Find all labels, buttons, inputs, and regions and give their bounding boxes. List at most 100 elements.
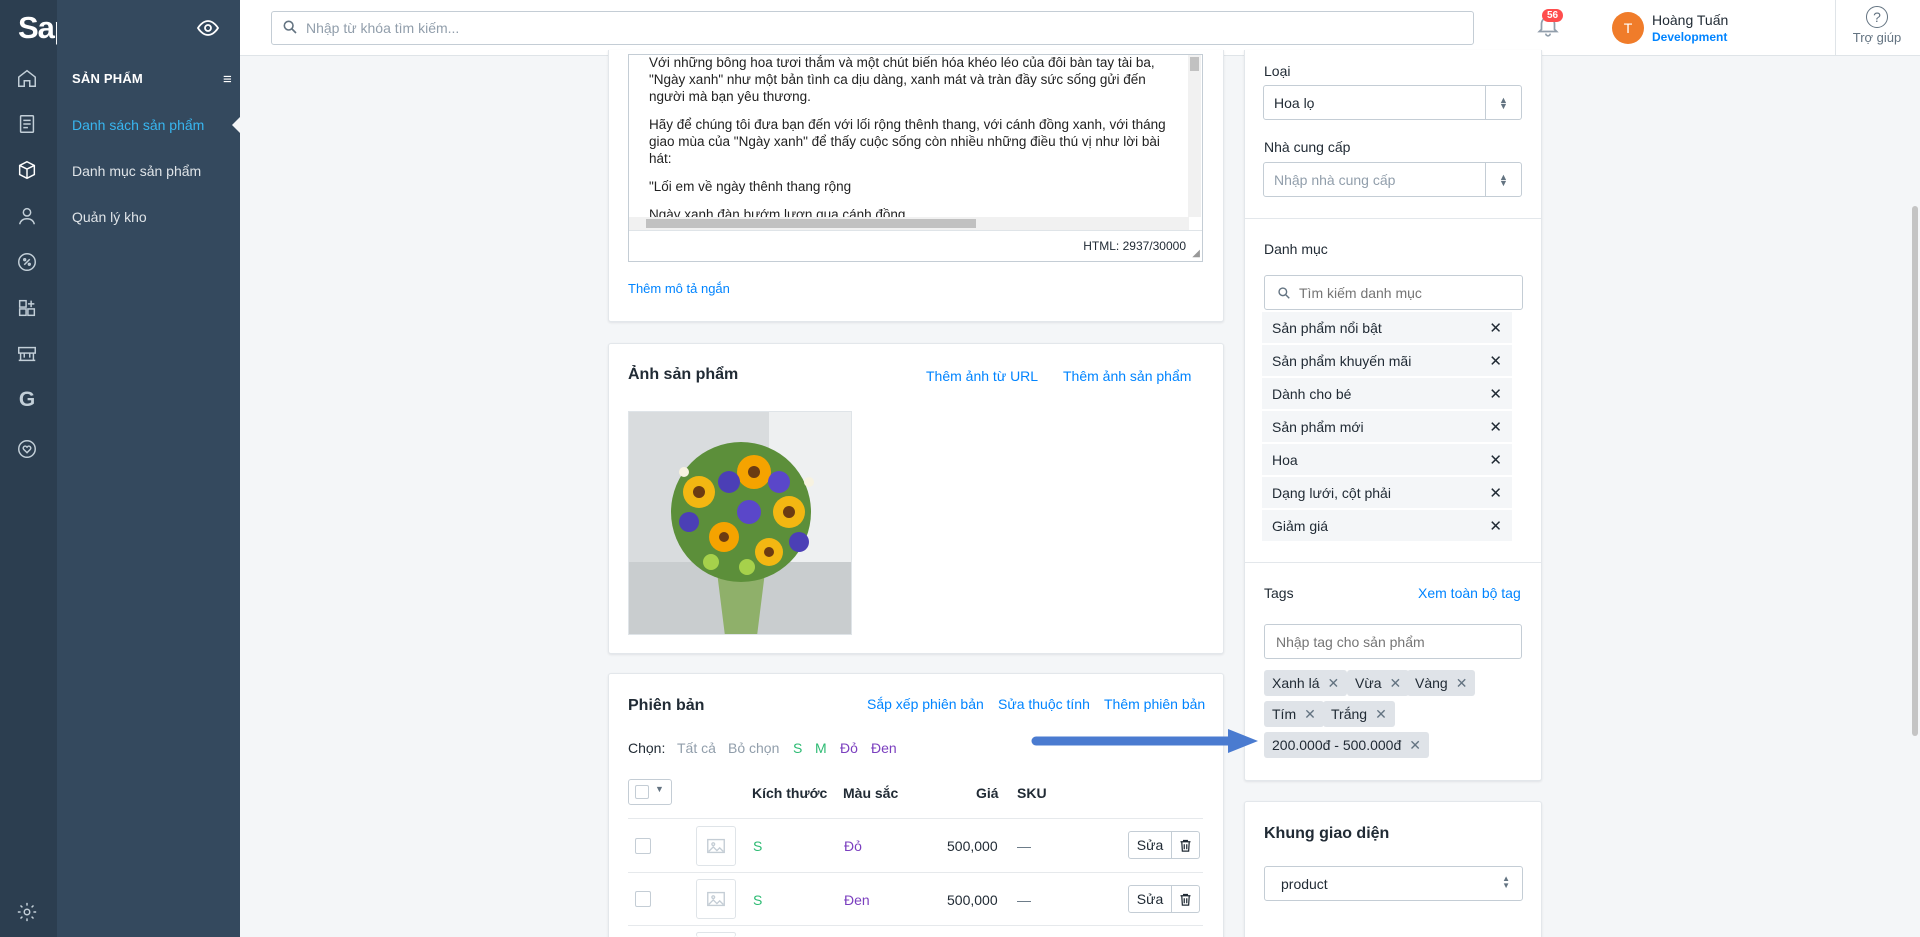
edit-attributes-link[interactable]: Sửa thuộc tính	[998, 696, 1090, 712]
variant-image-placeholder-icon[interactable]	[696, 826, 736, 866]
vendor-placeholder: Nhập nhà cung cấp	[1274, 171, 1396, 188]
description-editor[interactable]: Với những bông hoa tươi thắm và một chút…	[628, 54, 1203, 262]
user-name[interactable]: Hoàng Tuấn	[1652, 12, 1728, 28]
active-caret	[232, 117, 240, 133]
filter-color-den[interactable]: Đen	[871, 740, 897, 756]
annotation-arrow-icon	[1031, 729, 1258, 753]
bulk-select-dropdown[interactable]: ▼	[628, 779, 672, 805]
sort-variants-link[interactable]: Sắp xếp phiên bản	[867, 696, 984, 712]
category-name: Giảm giá	[1272, 517, 1329, 534]
submenu-item-inventory[interactable]: Quản lý kho	[72, 209, 147, 225]
filter-color-do[interactable]: Đỏ	[840, 740, 858, 756]
search-icon	[1278, 286, 1290, 299]
remove-category-icon[interactable]: ✕	[1489, 418, 1502, 436]
remove-category-icon[interactable]: ✕	[1489, 352, 1502, 370]
tag-label: Vừa	[1355, 675, 1382, 691]
page-scrollbar[interactable]	[1909, 56, 1920, 937]
category-item[interactable]: Sản phẩm nổi bật ✕	[1262, 312, 1512, 344]
remove-tag-icon[interactable]: ✕	[1327, 675, 1339, 692]
tag-chip: 200.000đ - 500.000đ ✕	[1264, 732, 1429, 758]
tag-chip: Vừa ✕	[1347, 670, 1410, 696]
view-all-tags-link[interactable]: Xem toàn bộ tag	[1418, 585, 1521, 601]
category-item[interactable]: Hoa ✕	[1262, 444, 1512, 476]
row-checkbox[interactable]	[635, 891, 651, 907]
edit-variant-button[interactable]: Sửa	[1128, 831, 1172, 859]
remove-tag-icon[interactable]: ✕	[1304, 706, 1316, 723]
discount-icon[interactable]	[13, 248, 41, 276]
filter-size-s[interactable]: S	[793, 740, 802, 756]
editor-vertical-scrollbar[interactable]	[1188, 55, 1201, 217]
submenu-item-product-list[interactable]: Danh sách sản phẩm	[72, 117, 204, 133]
deselect-link[interactable]: Bỏ chọn	[728, 740, 779, 756]
variant-image-placeholder-icon[interactable]	[696, 879, 736, 919]
column-color: Màu sắc	[843, 785, 899, 801]
submenu-item-categories[interactable]: Danh mục sản phẩm	[72, 163, 201, 179]
delete-variant-button[interactable]	[1172, 885, 1200, 913]
hamburger-icon[interactable]: ≡	[223, 71, 232, 88]
global-search[interactable]	[271, 11, 1474, 45]
tag-chip: Xanh lá ✕	[1264, 670, 1348, 696]
variant-color[interactable]: Đỏ	[844, 838, 862, 854]
category-search[interactable]	[1264, 275, 1523, 310]
remove-tag-icon[interactable]: ✕	[1375, 706, 1387, 723]
variants-title: Phiên bản	[628, 697, 705, 714]
type-select[interactable]: Hoa lọ ▲ ▼	[1263, 85, 1522, 120]
add-image-link[interactable]: Thêm ảnh sản phẩm	[1063, 368, 1191, 384]
variant-image-placeholder-icon	[696, 932, 736, 937]
template-select[interactable]: product ▲ ▼	[1264, 866, 1523, 901]
filter-size-m[interactable]: M	[815, 740, 827, 756]
category-item[interactable]: Sản phẩm khuyến mãi ✕	[1262, 345, 1512, 377]
variant-price: 500,000	[947, 892, 998, 908]
category-item[interactable]: Sản phẩm mới ✕	[1262, 411, 1512, 443]
bulk-checkbox[interactable]	[635, 785, 649, 799]
category-search-input[interactable]	[1299, 284, 1499, 301]
remove-category-icon[interactable]: ✕	[1489, 484, 1502, 502]
tags-field[interactable]	[1264, 624, 1522, 659]
home-icon[interactable]	[13, 64, 41, 92]
apps-icon[interactable]	[13, 294, 41, 322]
category-name: Hoa	[1272, 451, 1298, 468]
editor-horizontal-scrollbar[interactable]	[629, 217, 1189, 230]
variant-color[interactable]: Đen	[844, 892, 870, 908]
remove-tag-icon[interactable]: ✕	[1409, 737, 1421, 754]
product-box-icon[interactable]	[13, 156, 41, 184]
delete-variant-button[interactable]	[1172, 831, 1200, 859]
remove-category-icon[interactable]: ✕	[1489, 385, 1502, 403]
icon-rail: Sapoweb G	[0, 0, 117, 937]
edit-variant-button[interactable]: Sửa	[1128, 885, 1172, 913]
remove-category-icon[interactable]: ✕	[1489, 517, 1502, 535]
variant-size[interactable]: S	[753, 838, 762, 854]
user-role: Development	[1652, 30, 1728, 44]
google-icon[interactable]: G	[13, 386, 41, 414]
select-all-link[interactable]: Tất cả	[677, 740, 716, 756]
help-button[interactable]: ? Trợ giúp	[1847, 6, 1907, 45]
resize-handle-icon[interactable]: ◢	[1192, 248, 1200, 259]
editor-content[interactable]: Với những bông hoa tươi thắm và một chút…	[649, 55, 1169, 234]
variant-size[interactable]: S	[753, 892, 762, 908]
heart-icon[interactable]	[13, 435, 41, 463]
remove-category-icon[interactable]: ✕	[1489, 451, 1502, 469]
tags-input[interactable]	[1276, 633, 1506, 650]
preview-eye-icon[interactable]	[196, 16, 222, 42]
tag-label: Xanh lá	[1272, 675, 1320, 691]
remove-category-icon[interactable]: ✕	[1489, 319, 1502, 337]
category-item[interactable]: Giảm giá ✕	[1262, 510, 1512, 542]
customer-icon[interactable]	[13, 202, 41, 230]
category-item[interactable]: Dạng lưới, cột phải ✕	[1262, 477, 1512, 509]
avatar[interactable]: T	[1612, 12, 1644, 44]
row-checkbox[interactable]	[635, 838, 651, 854]
product-image-flower-bouquet[interactable]	[628, 411, 852, 635]
search-input[interactable]	[306, 20, 1406, 36]
add-image-url-link[interactable]: Thêm ảnh từ URL	[926, 368, 1038, 384]
store-icon[interactable]	[13, 340, 41, 368]
vendor-select[interactable]: Nhập nhà cung cấp ▲ ▼	[1263, 162, 1522, 197]
remove-tag-icon[interactable]: ✕	[1390, 675, 1402, 692]
add-variant-link[interactable]: Thêm phiên bản	[1104, 696, 1205, 712]
orders-icon[interactable]	[13, 110, 41, 138]
settings-gear-icon[interactable]	[13, 898, 41, 926]
images-title: Ảnh sản phẩm	[628, 366, 739, 383]
add-short-description-link[interactable]: Thêm mô tả ngắn	[628, 281, 730, 296]
help-question-icon: ?	[1866, 6, 1888, 28]
category-item[interactable]: Dành cho bé ✕	[1262, 378, 1512, 410]
remove-tag-icon[interactable]: ✕	[1456, 675, 1468, 692]
